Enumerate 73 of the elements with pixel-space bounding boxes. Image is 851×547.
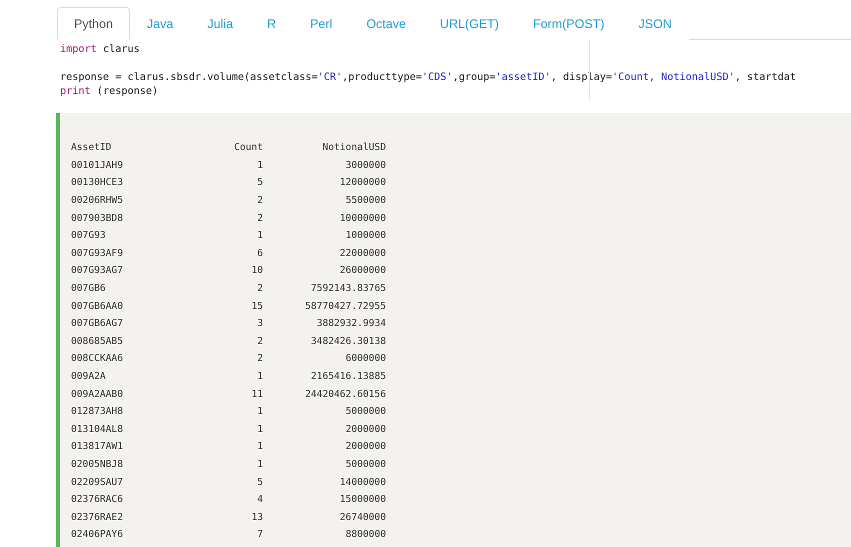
table-cell-text: 1 [256,406,263,418]
table-cell-text: 1 [256,424,263,435]
table-cell-text: 007GB6AA0 [71,300,124,312]
table-cell-text: 013104AL8 [71,424,124,435]
language-tab[interactable]: Python [57,7,130,40]
table-cell-text: 5500000 [344,195,386,206]
table-cell-text: 14000000 [338,476,386,488]
table-cell-text: 012873AH8 [71,406,124,418]
table-cell-text: 2 [256,195,263,206]
table-cell-text: 3882932.9934 [316,318,386,330]
table-cell-text: 5 [256,177,263,188]
table-cell-text: 1 [256,160,263,171]
table-cell-text: 10000000 [338,212,386,224]
table-cell-text: 58770427.72955 [304,300,386,312]
table-cell-text: 2 [256,283,263,294]
table-cell-text: 02005NBJ8 [71,458,124,470]
table-cell-text: 008CCKAA6 [71,353,124,364]
column-header: NotionalUSD [321,142,386,154]
column-header: Count [233,142,263,154]
table-cell-text: 2000000 [344,441,386,452]
table-cell-text: 009A2A [71,371,107,382]
table-cell-text: 15 [250,300,263,312]
table-cell-text: 1 [256,441,263,452]
table-cell-text: 00101JAH9 [71,160,124,171]
table-cell-text: 3000000 [344,160,386,171]
table-cell-text: 22000000 [338,248,386,259]
table-cell-text: 5000000 [344,458,386,470]
table-cell-text: 1000000 [344,230,386,242]
table-cell-text: 15000000 [338,494,386,506]
table-cell-text: 02376RAC6 [71,494,124,506]
table-cell-text: 2 [256,336,263,347]
table-cell-text: 26740000 [338,512,386,523]
table-cell-text: 26000000 [338,265,386,276]
table-cell-text: 2000000 [344,424,386,435]
table-cell-text: 007G93AG7 [71,265,124,276]
code-line: import clarus [60,43,141,57]
table-cell-text: 5000000 [344,406,386,418]
table-cell-text: 007G93 [71,230,107,242]
column-header: AssetID [71,142,112,154]
table-cell-text: 3 [256,318,263,330]
table-cell-text: 8800000 [344,529,386,540]
table-cell-text: 10 [250,265,263,276]
table-cell-text: 02209SAU7 [71,476,124,488]
table-cell-text: 00206RHW5 [71,195,124,206]
code-line: response = clarus.sbsdr.volume(assetclass='CR',producttype='CDS',group='assetID', display='Count, NotionalUSD', startdat [60,71,798,85]
table-cell-text: 7 [256,529,263,540]
table-cell-text: 6 [256,248,263,259]
table-cell-text: 02376RAE2 [71,512,124,523]
table-cell-text: 5 [256,476,263,488]
table-cell-text: 007GB6 [71,283,107,294]
table-cell-text: 11 [250,388,263,400]
table-cell-text: 02406PAY6 [71,529,124,540]
table-cell-text: 12000000 [338,177,386,188]
table-cell-text: 009A2AAB0 [71,388,124,400]
table-cell-text: 2165416.13885 [310,371,386,382]
table-cell-text: 13 [250,512,263,523]
code-line: print (response) [60,85,160,99]
table-cell-text: 3482426.30138 [310,336,386,347]
table-cell-text: 2 [256,353,263,364]
table-cell-text: 1 [256,230,263,242]
table-cell-text: 2 [256,212,263,224]
table-cell-text: 013817AW1 [71,441,124,452]
table-cell-text: 4 [256,494,263,506]
table-cell-text: 007G93AF9 [71,248,124,259]
table-cell-text: 24420462.60156 [304,388,386,400]
table-cell-text: 1 [256,458,263,470]
table-cell-text: 007GB6AG7 [71,318,124,330]
table-cell-text: 6000000 [344,353,386,364]
table-cell-text: 007903BD8 [71,212,124,224]
table-cell-text: 7592143.83765 [310,283,386,294]
table-cell-text: 008685AB5 [71,336,124,347]
table-cell-text: 1 [256,371,263,382]
table-cell-text: 00130HCE3 [71,177,124,188]
